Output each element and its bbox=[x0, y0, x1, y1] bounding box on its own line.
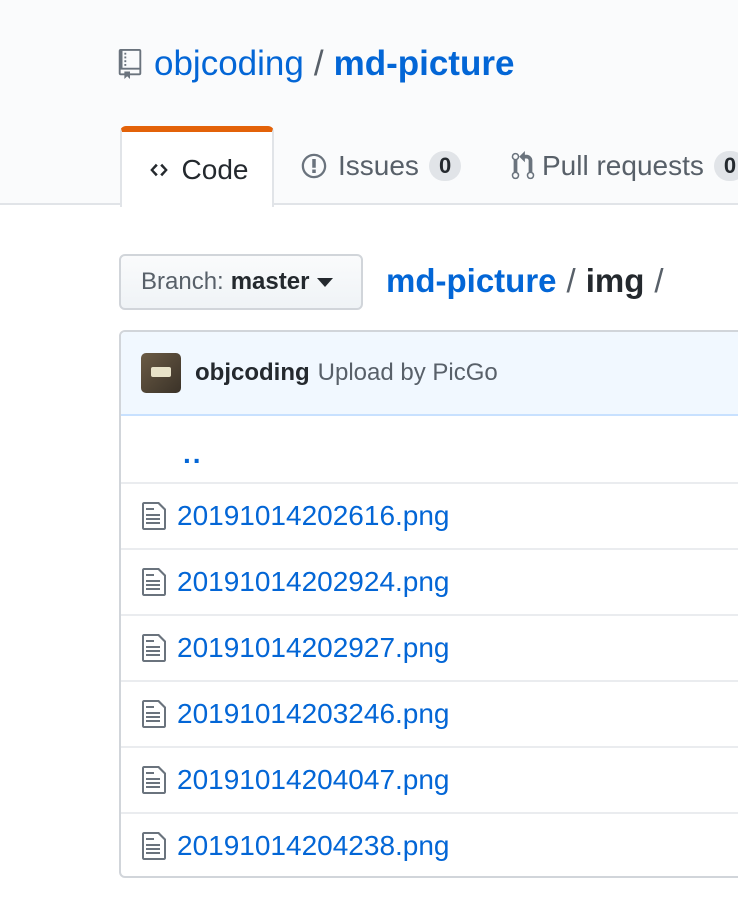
repo-icon bbox=[118, 49, 142, 79]
pull-requests-count-badge: 0 bbox=[713, 151, 738, 181]
branch-label: Branch: bbox=[141, 268, 224, 295]
tab-code-label: Code bbox=[181, 153, 249, 185]
tab-pull-requests-label: Pull requests bbox=[542, 150, 704, 181]
file-row: 20191014202927.png bbox=[121, 614, 738, 680]
branch-value: master bbox=[230, 268, 310, 295]
parent-directory-row: .. bbox=[121, 416, 738, 482]
file-icon bbox=[142, 766, 166, 794]
file-name-link[interactable]: 20191014203246.png bbox=[177, 698, 450, 730]
file-row: 20191014202616.png bbox=[121, 482, 738, 548]
file-row: 20191014203246.png bbox=[121, 680, 738, 746]
breadcrumb-separator-trailing: / bbox=[654, 262, 664, 299]
code-icon bbox=[146, 160, 172, 180]
breadcrumb-current-dir: img bbox=[585, 262, 645, 299]
issues-count-badge: 0 bbox=[428, 151, 462, 181]
commit-message-link[interactable]: Upload by PicGo bbox=[318, 359, 498, 387]
tab-issues[interactable]: Issues 0 bbox=[300, 126, 462, 206]
file-icon bbox=[142, 634, 166, 662]
file-row: 20191014204047.png bbox=[121, 746, 738, 812]
file-name-link[interactable]: 20191014202616.png bbox=[177, 500, 450, 532]
repo-name-link[interactable]: md-picture bbox=[334, 44, 515, 84]
tab-pull-requests[interactable]: Pull requests 0 bbox=[510, 126, 738, 206]
tab-code[interactable]: Code bbox=[120, 126, 274, 207]
commit-author-link[interactable]: objcoding bbox=[195, 359, 310, 387]
caret-down-icon bbox=[317, 277, 334, 287]
file-row: 20191014202924.png bbox=[121, 548, 738, 614]
issue-opened-icon bbox=[300, 152, 328, 180]
latest-commit-bar: objcoding Upload by PicGo bbox=[121, 332, 738, 416]
repo-title: objcoding / md-picture bbox=[118, 40, 514, 88]
breadcrumb: md-picture / img / bbox=[386, 258, 674, 304]
file-name-link[interactable]: 20191014204238.png bbox=[177, 830, 450, 862]
tab-issues-label: Issues bbox=[338, 150, 419, 181]
parent-directory-link[interactable]: .. bbox=[183, 438, 203, 470]
file-name-link[interactable]: 20191014202924.png bbox=[177, 566, 450, 598]
git-pull-request-icon bbox=[510, 151, 536, 181]
file-list: objcoding Upload by PicGo .. 20191014202… bbox=[119, 330, 738, 878]
file-icon bbox=[142, 700, 166, 728]
file-name-link[interactable]: 20191014202927.png bbox=[177, 632, 450, 664]
file-icon bbox=[142, 568, 166, 596]
file-name-link[interactable]: 20191014204047.png bbox=[177, 764, 450, 796]
avatar[interactable] bbox=[141, 353, 181, 393]
file-icon bbox=[142, 832, 166, 860]
breadcrumb-repo-link[interactable]: md-picture bbox=[386, 262, 557, 300]
file-row: 20191014204238.png bbox=[121, 812, 738, 876]
branch-select-button[interactable]: Branch: master bbox=[119, 254, 363, 310]
repo-title-separator: / bbox=[313, 44, 324, 83]
repo-owner-link[interactable]: objcoding bbox=[154, 44, 304, 84]
file-icon bbox=[142, 502, 166, 530]
breadcrumb-separator: / bbox=[566, 262, 576, 299]
